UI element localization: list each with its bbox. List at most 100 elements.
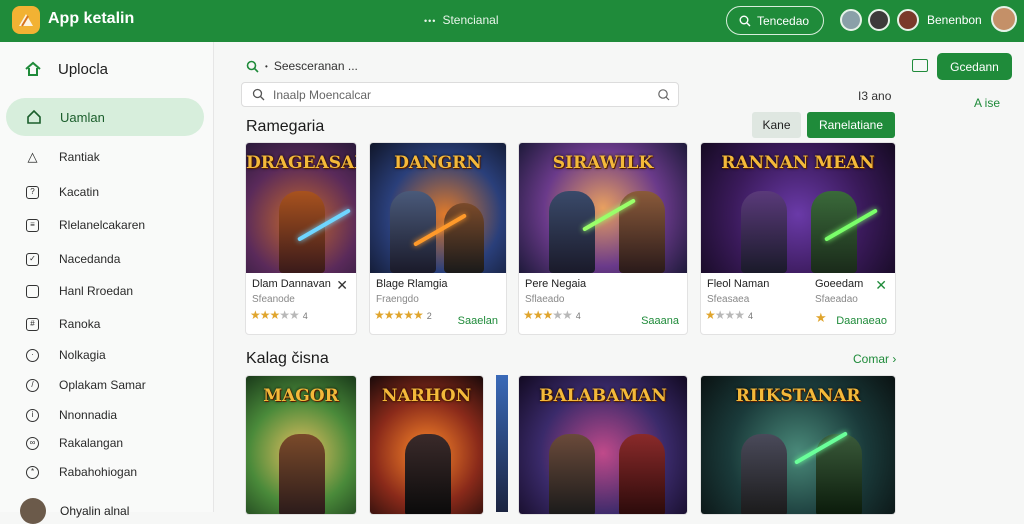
character-figure [390,191,436,273]
sidebar-item-4[interactable]: ✓ Nacedanda [26,252,120,266]
sidebar: Uplocla Uamlan △ Rantiak ? Kacatin ≡ Rlelan… [0,42,214,524]
user-avatar[interactable] [991,6,1017,32]
rating-stars: ★★★★★ 4 [250,308,308,322]
sidebar-item-label: Rlelanelcakaren [59,218,146,232]
sidebar-item-1[interactable]: △ Rantiak [26,150,100,164]
sidebar-item-11[interactable]: * Rabahohiogan [26,465,137,479]
game-thumbnail: RIIKSTANAR [701,376,895,514]
gallery-icon[interactable] [912,59,928,72]
filter-light-button[interactable]: Kane [752,112,801,138]
price-label[interactable]: Daanaeao [836,315,887,327]
info-icon: i [26,408,39,422]
sidebar-heading[interactable]: Uplocla [24,60,108,78]
sidebar-item-6[interactable]: # Ranoka [26,317,100,331]
sidebar-item-label: Ranoka [59,317,101,331]
home-outline-icon [27,109,41,124]
sidebar-item-label: Kacatin [59,185,100,199]
rating-stars: ★★★★★ 2 [374,308,432,322]
link-icon: ∞ [26,436,39,450]
check-icon: ✓ [26,252,39,266]
avatar-1[interactable] [840,9,862,31]
sidebar-item-10[interactable]: ∞ Rakalangan [26,436,123,450]
thumb-title: NARHON [381,386,472,406]
game-thumbnail: SIRAWILK [519,143,687,273]
game-card[interactable]: DANGRN Blage Rlamgia Fraengdo ★★★★★ 2 Saa… [369,142,507,335]
breadcrumb[interactable]: • Seesceranan ... [246,59,358,73]
user-name[interactable]: Benenbon [927,13,982,27]
bullet-icon: • [265,61,268,71]
close-icon[interactable]: ✕ [336,277,348,294]
game-card[interactable]: RANNAN MEAN Fleol Naman Sfeasaea ★★★★ 4 G… [700,142,896,335]
rating-count: 4 [302,311,308,321]
sidebar-item-label: Rantiak [59,150,100,164]
game-thumbnail: DANGRN [370,143,506,273]
thumb-title: RANNAN MEAN [721,153,875,173]
filter-green-button[interactable]: Ranelatiane [807,112,895,138]
game-card[interactable]: NARHON [369,375,484,515]
sidebar-item-label: Rabahohiogan [59,465,138,479]
avatar-3[interactable] [897,9,919,31]
sidebar-item-7[interactable]: · Nolkagia [26,348,106,362]
avatar-2[interactable] [868,9,890,31]
sidebar-item-active[interactable]: Uamlan [6,98,204,136]
game-thumbnail: NARHON [370,376,483,514]
character-figure [549,434,595,514]
sidebar-footer[interactable]: Ohyalin alnal [20,498,129,524]
character-figure [549,191,595,273]
sidebar-item-2[interactable]: ? Kacatin [26,185,99,199]
game-subtitle: Sfeasaea [707,294,750,305]
game-card[interactable]: DRAGEASAN Dlam Dannavan ✕ Sfeanode ★★★★★… [245,142,357,335]
sidebar-item-label: Rakalangan [59,436,124,450]
help-icon: ? [26,185,39,199]
top-search-label: Tencedao [757,13,810,28]
see-more-link[interactable]: Comar › [853,352,896,366]
price-label[interactable]: Saaelan [458,315,498,327]
game-card[interactable]: RIIKSTANAR [700,375,896,515]
settings-icon: * [26,465,39,479]
character-figure [405,434,451,514]
rating-stars: ★★★★ 4 [705,308,754,322]
square-icon [26,284,39,298]
game-name: Goeedam [815,278,864,290]
rating-stars: ★★★★★ 4 [523,308,581,322]
sidebar-item-5[interactable]: Hanl Rroedan [26,284,133,298]
sidebar-item-9[interactable]: i Nnonnadia [26,408,117,422]
game-card[interactable]: MAGOR [245,375,357,515]
game-thumbnail: DRAGEASAN [246,143,356,273]
game-name: Fleol Naman [707,278,770,290]
rating-count: 2 [426,311,432,321]
character-figure [741,434,787,514]
price-label[interactable]: Saaana [641,315,679,327]
game-thumbnail: RANNAN MEAN [701,143,895,273]
top-app-bar: App ketalin ••• Stencianal Tencedao Benen… [0,0,1024,42]
thumb-title: SIRAWILK [552,153,654,173]
action-button[interactable]: Gcedann [937,53,1012,80]
game-thumbnail: BALABAMAN [519,376,687,514]
game-name: Pere Negaia [525,278,587,290]
top-search-button[interactable]: Tencedao [726,6,824,35]
game-name: Dlam Dannavan [252,278,331,290]
sidebar-item-label: Oplakam Samar [59,378,146,392]
game-card[interactable]: SIRAWILK Pere Negaia Sflaeado ★★★★★ 4 Saa… [518,142,688,335]
dots-icon: ••• [424,16,437,26]
search-icon [739,15,751,26]
game-subtitle: Sfaeadao [815,294,858,305]
close-icon[interactable]: ✕ [875,277,887,294]
search-submit-icon[interactable] [657,88,670,101]
search-input[interactable]: Inaalp Moencalcar [241,82,679,107]
character-figure [741,191,787,273]
character-figure [619,434,665,514]
sidebar-item-8[interactable]: / Oplakam Samar [26,378,146,392]
rating-count: 4 [575,311,581,321]
document-icon: ≡ [26,218,39,232]
sidebar-item-label: Nolkagia [59,348,106,362]
game-card[interactable]: BALABAMAN [518,375,688,515]
clock-icon: · [26,348,39,362]
sort-link[interactable]: A ise [974,96,1000,110]
game-subtitle: Sfeanode [252,294,295,305]
card-edge [496,375,508,512]
star-icon: ★ [815,310,827,325]
section-title-2: Kalag čisna [246,350,329,367]
app-logo-icon[interactable] [12,6,40,34]
sidebar-item-3[interactable]: ≡ Rlelanelcakaren [26,218,145,232]
